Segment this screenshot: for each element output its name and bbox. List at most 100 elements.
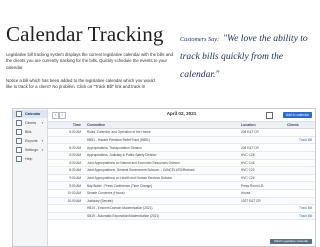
- add-to-calendar-button[interactable]: Add to calendar: [282, 111, 312, 118]
- table-row: 10:00 AM Judiciary (Senate) 1027 E&T CR: [48, 197, 315, 206]
- row-location: HVC C46: [238, 159, 284, 168]
- column-header-time: Time: [48, 122, 84, 130]
- row-time: 9:00 AM: [48, 174, 84, 183]
- help-icon: [16, 156, 22, 162]
- track-bill-link[interactable]: [284, 151, 315, 160]
- table-row: 10:00 AM Senate Convenes (House) House: [48, 189, 315, 198]
- column-header-clients: Clients: [284, 122, 315, 130]
- track-bill-link[interactable]: [284, 166, 315, 175]
- customer-quote: Customers Say: "We love the ability to t…: [180, 28, 316, 82]
- calendar-date: April 02, 2021: [166, 111, 197, 116]
- row-description: HB51 - Hazard Premium Relief Fund (HB51): [84, 136, 238, 145]
- row-description: Senate Convenes (House): [84, 189, 238, 198]
- page-title: Calendar Tracking: [6, 22, 164, 46]
- track-bill-link[interactable]: Track Bill: [284, 204, 315, 213]
- calendar-picker-icon[interactable]: [266, 112, 273, 119]
- track-bill-link[interactable]: [284, 159, 315, 168]
- row-time: [48, 204, 84, 213]
- row-location: HVC C20: [238, 166, 284, 175]
- track-bill-link[interactable]: Track Bill: [284, 136, 315, 145]
- track-bill-link[interactable]: Track Bill: [284, 212, 315, 221]
- sidebar-item-label: Reports: [25, 139, 38, 143]
- clients-icon: [16, 120, 22, 126]
- table-row: 8:30 AM Appropriations, Transportation Di…: [48, 143, 315, 152]
- quote-label: Customers Say:: [180, 36, 220, 43]
- sidebar-item-reports[interactable]: Reports ▼: [13, 137, 47, 145]
- row-description: Joint Appropriations on Health and Human…: [84, 174, 238, 183]
- row-description: SB19 - Automatic Expunction/Modernizatio…: [84, 212, 238, 221]
- table-row: SB19 - Automatic Expunction/Modernizatio…: [48, 212, 315, 221]
- calendar-main: ‹ › April 02, 2021 Add to calendar Time …: [48, 109, 315, 246]
- calendar-table: Time Committee Location Clients 8:00 AM R…: [48, 122, 315, 221]
- row-location: [238, 212, 284, 221]
- sidebar-item-help[interactable]: Help: [13, 155, 47, 163]
- sidebar-item-label: Bills: [25, 130, 32, 134]
- table-row: 8:30 AM Appropriations, Judiciary & Publi…: [48, 151, 315, 160]
- app-window: Calendar Clients ▼ Bills Reports ▼ Setti…: [12, 108, 316, 247]
- settings-icon: [16, 147, 22, 153]
- sidebar-item-label: Settings: [25, 148, 38, 152]
- row-description: Appropriations, Transportation Division: [84, 143, 238, 152]
- table-row: 9:00 AM Bay Butler - Press Conference (Ti…: [48, 181, 315, 190]
- row-description: HB15 - Eminent Domain Modernization (202…: [84, 204, 238, 213]
- sidebar-item-label: Calendar: [25, 112, 41, 116]
- reports-icon: [16, 138, 22, 144]
- sidebar: Calendar Clients ▼ Bills Reports ▼ Setti…: [13, 109, 48, 246]
- table-header-row: Time Committee Location Clients: [48, 122, 315, 130]
- row-time: 9:00 AM: [48, 181, 84, 190]
- row-time: [48, 136, 84, 145]
- sidebar-item-clients[interactable]: Clients ▼: [13, 119, 47, 127]
- track-bill-link[interactable]: [284, 181, 315, 190]
- table-row: 8:30 AM Joint Appropriations, General Gov…: [48, 166, 315, 175]
- table-row: 9:00 AM Joint Appropriations on Health an…: [48, 174, 315, 183]
- chevron-down-icon: ▼: [41, 139, 44, 143]
- row-location: HVC C28: [238, 151, 284, 160]
- notice-paragraph: Notice a bill which has been added to th…: [6, 78, 155, 90]
- sidebar-item-calendar[interactable]: Calendar: [13, 110, 47, 118]
- track-bill-link[interactable]: [284, 197, 315, 206]
- status-badge[interactable]: Watch Legislative Calendar: [270, 239, 312, 244]
- row-location: Press Room LB: [238, 181, 284, 190]
- track-bill-link[interactable]: [284, 174, 315, 183]
- row-location: 208 E&T CR: [238, 143, 284, 152]
- row-location: 208 E&T CR: [238, 128, 284, 137]
- table-row: 8:00 AM Rules, Calendar, and Operation of…: [48, 128, 315, 137]
- calendar-rows: 8:00 AM Rules, Calendar, and Operation of…: [48, 128, 315, 221]
- row-description: Appropriations, Judiciary & Public Safet…: [84, 151, 238, 160]
- row-description: Joint Appropriations on Natural and Econ…: [84, 159, 238, 168]
- sidebar-item-bills[interactable]: Bills: [13, 128, 47, 136]
- chevron-down-icon: ▼: [41, 121, 44, 125]
- track-bill-link[interactable]: [284, 189, 315, 198]
- row-time: 8:30 AM: [48, 166, 84, 175]
- row-description: Judiciary (Senate): [84, 197, 238, 206]
- row-time: 10:00 AM: [48, 189, 84, 198]
- row-location: [238, 136, 284, 145]
- row-time: [48, 212, 84, 221]
- calendar-icon: [16, 111, 22, 117]
- track-bill-link[interactable]: [284, 128, 315, 137]
- bills-icon: [16, 129, 22, 135]
- row-location: House: [238, 189, 284, 198]
- track-bill-link[interactable]: [284, 143, 315, 152]
- row-time: 10:00 AM: [48, 197, 84, 206]
- row-time: 8:30 AM: [48, 159, 84, 168]
- sidebar-item-label: Help: [25, 157, 33, 161]
- row-description: Joint Appropriations, General Government…: [84, 166, 238, 175]
- intro-paragraph: Legislative bill tracking system display…: [6, 52, 173, 70]
- chevron-down-icon: ▼: [41, 148, 44, 152]
- table-row: HB51 - Hazard Premium Relief Fund (HB51)…: [48, 136, 315, 145]
- row-location: HVC C26: [238, 174, 284, 183]
- row-time: 8:00 AM: [48, 128, 84, 137]
- row-time: 8:30 AM: [48, 143, 84, 152]
- calendar-toolbar: ‹ › April 02, 2021 Add to calendar: [48, 109, 315, 122]
- column-header-committee: Committee: [84, 122, 238, 130]
- row-time: 8:30 AM: [48, 151, 84, 160]
- table-row: 8:30 AM Joint Appropriations on Natural a…: [48, 159, 315, 168]
- column-header-location: Location: [238, 122, 284, 130]
- row-description: Rules, Calendar, and Operation of the Ho…: [84, 128, 238, 137]
- row-description: Bay Butler - Press Conference (Time Chan…: [84, 181, 238, 190]
- sidebar-item-settings[interactable]: Settings ▼: [13, 146, 47, 154]
- row-location: 1027 E&T CR: [238, 197, 284, 206]
- table-row: HB15 - Eminent Domain Modernization (202…: [48, 204, 315, 213]
- row-location: [238, 204, 284, 213]
